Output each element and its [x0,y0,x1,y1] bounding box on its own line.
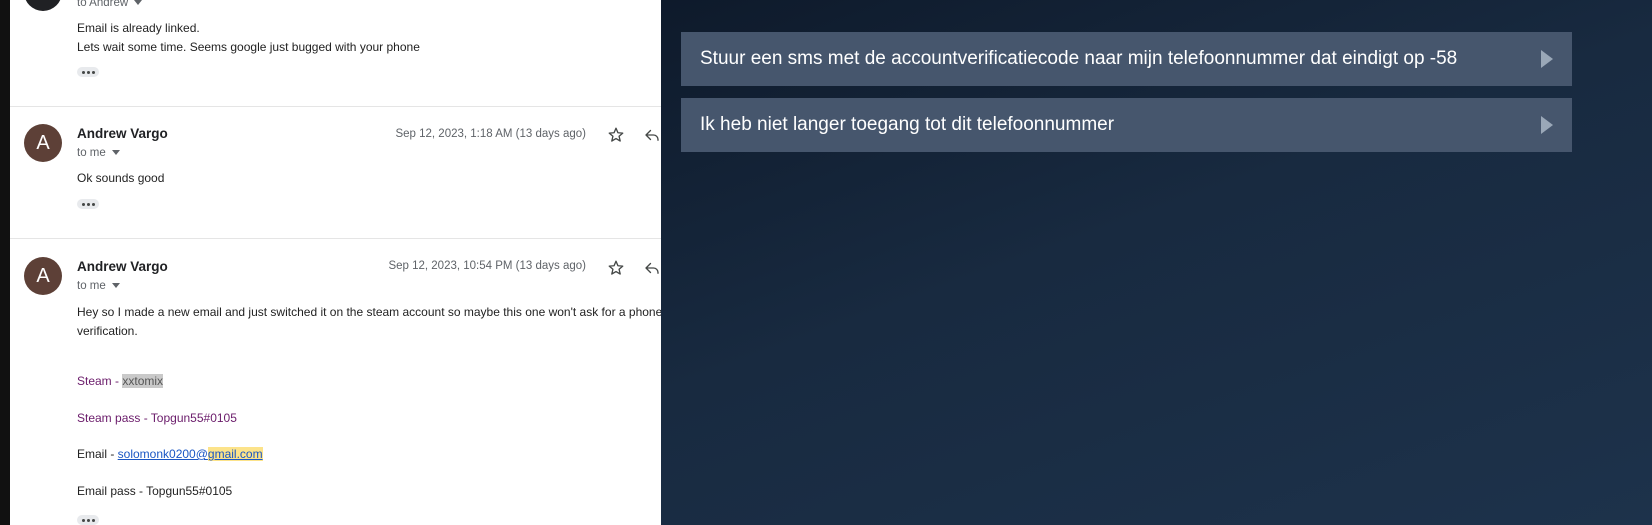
star-icon[interactable] [607,126,625,144]
chevron-down-icon [111,150,120,156]
message-text: Lets wait some time. Seems google just b… [77,40,420,54]
no-phone-access-option[interactable]: Ik heb niet langer toegang tot dit telef… [681,98,1572,152]
recipient-label: to me [77,280,106,292]
message-text: verification. [77,324,138,338]
show-trimmed-content-button[interactable] [77,515,99,525]
recipient-label: to Andrew [77,0,129,9]
recipient-label: to me [77,147,106,159]
avatar[interactable]: A [24,124,62,162]
email-message[interactable]: to Andrew Email is already linked. Lets … [10,0,661,106]
recipient-dropdown[interactable]: to Andrew [77,0,143,9]
reply-icon[interactable] [643,259,661,277]
avatar[interactable] [24,0,62,11]
email-local-part: solomonk0200@ [117,447,208,461]
message-text: Ok sounds good [77,171,165,185]
email-address-line: Email - solomonk0200@gmail.com [77,447,263,461]
avatar[interactable]: A [24,257,62,295]
steam-support-panel: Stuur een sms met de accountverificatiec… [661,0,1652,525]
star-icon[interactable] [607,259,625,277]
message-date: Sep 12, 2023, 10:54 PM (13 days ago) [388,260,586,272]
email-password-line: Email pass - Topgun55#0105 [77,484,233,498]
email-domain: gmail.com [207,447,263,461]
email-message[interactable]: A Andrew Vargo to me Sep 12, 2023, 1:18 … [10,107,661,238]
message-text: Email is already linked. [77,21,200,35]
option-label: Ik heb niet langer toegang tot dit telef… [700,114,1115,135]
steam-username: xxtomix [122,374,164,388]
show-trimmed-content-button[interactable] [77,67,99,77]
recipient-dropdown[interactable]: to me [77,147,120,159]
steam-label: Steam - [77,374,123,388]
chevron-down-icon [134,0,143,6]
email-label: Email - [77,447,118,461]
show-trimmed-content-button[interactable] [77,199,99,209]
email-message[interactable]: A Andrew Vargo to me Sep 12, 2023, 10:54… [10,239,661,525]
reply-icon[interactable] [643,126,661,144]
email-link[interactable]: solomonk0200@gmail.com [118,447,263,461]
option-label: Stuur een sms met de accountverificatiec… [700,48,1458,69]
recipient-dropdown[interactable]: to me [77,280,120,292]
message-date: Sep 12, 2023, 1:18 AM (13 days ago) [395,128,586,140]
email-thread: to Andrew Email is already linked. Lets … [10,0,661,525]
steam-password-line: Steam pass - Topgun55#0105 [77,411,237,425]
chevron-down-icon [111,283,120,289]
left-edge-strip [0,0,10,525]
play-arrow-icon [1541,116,1553,134]
play-arrow-icon [1541,50,1553,68]
sender-name[interactable]: Andrew Vargo [77,259,168,274]
message-text: Hey so I made a new email and just switc… [77,305,661,319]
sender-name[interactable]: Andrew Vargo [77,126,168,141]
send-sms-code-option[interactable]: Stuur een sms met de accountverificatiec… [681,32,1572,86]
steam-username-line: Steam - xxtomix [77,374,164,388]
